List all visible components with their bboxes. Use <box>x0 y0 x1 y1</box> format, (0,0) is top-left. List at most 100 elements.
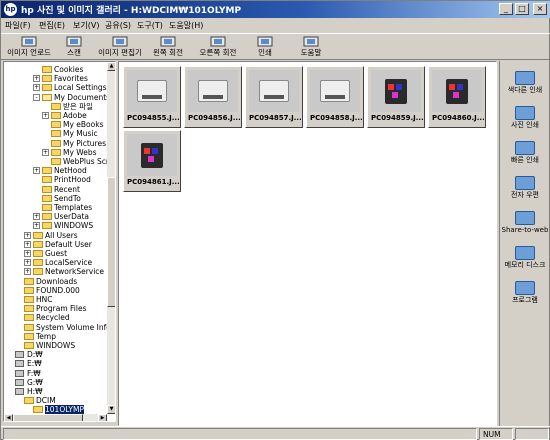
menu-item[interactable]: 파일(F) <box>5 20 31 31</box>
tree-item[interactable]: H:₩ <box>4 387 107 396</box>
toolbar-button[interactable]: 도움말 <box>294 35 328 60</box>
expand-icon[interactable]: + <box>33 75 40 83</box>
tree-item[interactable]: + All Users <box>4 231 107 240</box>
thumbnail[interactable]: PC094860.J... <box>428 66 486 128</box>
ink-blue <box>152 148 158 154</box>
scroll-up-icon[interactable]: ▲ <box>107 62 115 71</box>
tree-item[interactable]: My Pictures <box>4 139 107 148</box>
task-panel-item[interactable]: 메모리 디스크 <box>500 246 550 270</box>
scroll-left-icon[interactable]: ◀ <box>4 414 13 421</box>
expand-icon[interactable]: + <box>33 84 40 92</box>
tree-item-label: Templates <box>54 203 93 212</box>
expand-icon[interactable]: + <box>24 259 31 267</box>
thumbnail-pane[interactable]: PC094855.J... PC094856.J... PC094857.J... P… <box>118 61 497 426</box>
task-panel-item[interactable]: 빠른 인쇄 <box>500 141 550 165</box>
toolbar-button[interactable]: 왼쪽 회전 <box>147 35 189 60</box>
menu-item[interactable]: 도움말(H) <box>169 20 203 31</box>
tree-item[interactable]: Downloads <box>4 277 107 286</box>
memory-disk-icon <box>515 246 535 260</box>
scroll-down-icon[interactable]: ▼ <box>107 405 115 414</box>
tree-item[interactable]: Templates <box>4 203 107 212</box>
title-bar[interactable]: hp hp 사진 및 이미지 갤러리 - H:WDCIM₩101OLYMP _ … <box>1 1 550 18</box>
toolbar-button[interactable]: 스캔 <box>59 35 89 60</box>
expand-icon[interactable]: + <box>24 250 31 257</box>
tree-vertical-scrollbar[interactable]: ▲ ▼ <box>107 62 115 414</box>
tree-item[interactable]: + Favorites <box>4 74 107 83</box>
expand-icon[interactable]: + <box>33 213 40 221</box>
toolbar-button[interactable]: 오른쪽 회전 <box>194 35 242 60</box>
tree-item[interactable]: HNC <box>4 295 107 304</box>
minimize-button[interactable]: _ <box>499 3 513 15</box>
task-panel-item[interactable]: 전자 우편 <box>500 176 550 200</box>
toolbar-button[interactable]: 이미지 편집기 <box>97 35 143 60</box>
tree-item[interactable]: My eBooks <box>4 120 107 129</box>
tree-item[interactable]: + My Webs <box>4 148 107 157</box>
tree-item[interactable]: WINDOWS <box>4 341 107 350</box>
folder-tree[interactable]: Cookies + Favorites + Local Settings - My Docu… <box>3 61 116 422</box>
close-button[interactable]: × <box>533 3 547 15</box>
scroll-thumb[interactable] <box>107 177 115 307</box>
toolbar-button[interactable]: 인쇄 <box>247 35 283 60</box>
h-scroll-thumb[interactable] <box>13 414 83 421</box>
tree-horizontal-scrollbar[interactable]: ◀ ▶ <box>4 414 107 421</box>
expand-icon[interactable]: + <box>24 231 31 239</box>
menu-item[interactable]: 편집(E) <box>39 20 65 31</box>
tree-item[interactable]: + LocalService <box>4 258 107 267</box>
tree-item[interactable]: Recycled <box>4 313 107 322</box>
menu-item[interactable]: 도구(T) <box>137 20 163 31</box>
tree-item[interactable]: + Local Settings <box>4 83 107 92</box>
folder-icon <box>33 268 43 276</box>
tree-item[interactable]: System Volume Informatic <box>4 323 115 332</box>
tree-item[interactable]: - My Documents <box>4 93 110 102</box>
expand-icon[interactable]: + <box>24 240 31 248</box>
tree-item[interactable]: WebPlus Scrap <box>4 157 115 166</box>
task-panel-item[interactable]: 사진 인쇄 <box>500 106 550 130</box>
tree-item[interactable]: DCIM <box>4 396 107 405</box>
task-panel-item[interactable]: 색다른 인쇄 <box>500 71 550 95</box>
tree-item[interactable]: E:₩ <box>4 359 107 368</box>
scroll-right-icon[interactable]: ▶ <box>98 414 107 421</box>
tree-item[interactable]: F:₩ <box>4 369 107 378</box>
thumbnail[interactable]: PC094861.J... <box>123 130 181 192</box>
toolbar-label: 이미지 언로드 <box>7 48 51 57</box>
maximize-button[interactable]: □ <box>515 3 529 15</box>
expand-icon[interactable]: + <box>24 268 31 276</box>
tree-item[interactable]: Recent <box>4 185 107 194</box>
task-panel-label: 메모리 디스크 <box>504 261 546 269</box>
expand-icon[interactable]: + <box>42 112 49 119</box>
thumbnail[interactable]: PC094859.J... <box>367 66 425 128</box>
tree-item[interactable]: D:₩ <box>4 350 107 359</box>
tree-item[interactable]: + Guest <box>4 249 107 258</box>
tree-item[interactable]: Program Files <box>4 304 107 313</box>
task-panel-item[interactable]: 프로그램 <box>500 281 550 305</box>
thumbnail[interactable]: PC094856.J... <box>184 66 242 128</box>
tree-item[interactable]: + NetHood <box>4 166 107 175</box>
toolbar-button[interactable]: 이미지 언로드 <box>3 35 55 60</box>
tree-item[interactable]: + NetworkService <box>4 267 107 276</box>
task-panel-item[interactable]: Share-to-web <box>500 211 550 235</box>
expand-icon[interactable]: + <box>42 148 49 156</box>
ink-magenta <box>453 92 459 98</box>
tree-item[interactable]: + Adobe <box>4 111 107 120</box>
tree-item[interactable]: + UserData <box>4 212 107 221</box>
tree-item[interactable]: Cookies <box>4 65 107 74</box>
menu-item[interactable]: 보기(V) <box>73 20 99 31</box>
tree-item[interactable]: My Music <box>4 129 107 138</box>
tree-item[interactable]: + Default User <box>4 240 107 249</box>
tree-item[interactable]: SendTo <box>4 194 107 203</box>
folder-icon <box>51 130 61 138</box>
tree-item[interactable]: Temp <box>4 332 107 341</box>
thumbnail-image <box>127 134 177 176</box>
expand-icon[interactable]: + <box>33 167 40 175</box>
expand-icon[interactable]: + <box>33 222 40 230</box>
tree-item[interactable]: 받은 파일 <box>4 102 107 111</box>
thumbnail[interactable]: PC094857.J... <box>245 66 303 128</box>
collapse-icon[interactable]: - <box>33 93 40 101</box>
tree-item[interactable]: PrintHood <box>4 175 107 184</box>
menu-item[interactable]: 공유(S) <box>105 20 131 31</box>
tree-item[interactable]: FOUND.000 <box>4 286 107 295</box>
tree-item[interactable]: + WINDOWS <box>4 221 107 230</box>
tree-item[interactable]: G:₩ <box>4 378 107 387</box>
thumbnail[interactable]: PC094858.J... <box>306 66 364 128</box>
thumbnail[interactable]: PC094855.J... <box>123 66 181 128</box>
